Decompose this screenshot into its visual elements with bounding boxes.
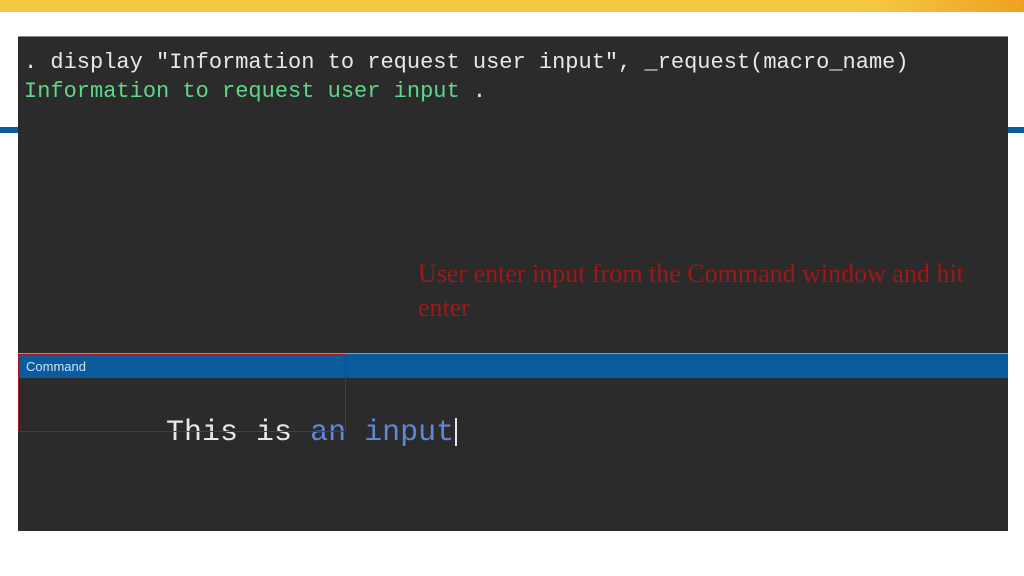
output-line: Information to request user input .	[24, 78, 1002, 107]
slide-top-border	[0, 0, 1024, 12]
command-pane-title: Command	[18, 354, 1008, 378]
results-pane: . display "Information to request user i…	[18, 37, 1008, 353]
output-trailing: .	[460, 79, 486, 104]
stata-window: . display "Information to request user i…	[18, 36, 1008, 531]
command-input[interactable]	[18, 378, 1008, 428]
command-pane: Command This is an input	[18, 354, 1008, 378]
command-echo: . display "Information to request user i…	[24, 49, 1002, 78]
output-text: Information to request user input	[24, 79, 460, 104]
instruction-annotation: User enter input from the Command window…	[418, 257, 998, 325]
